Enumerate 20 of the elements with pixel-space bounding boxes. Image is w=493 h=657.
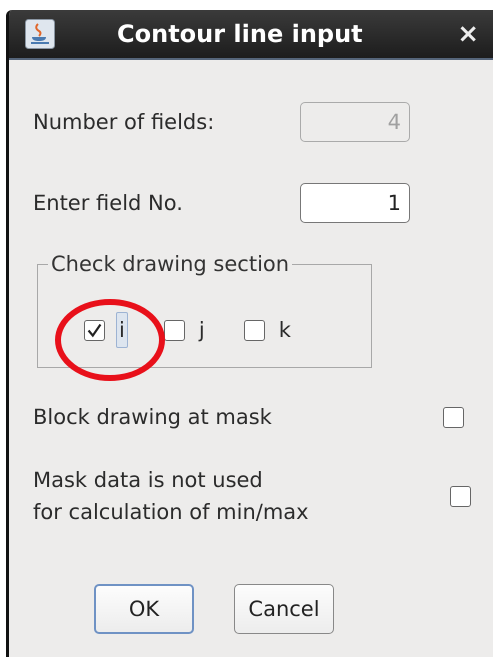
- checkbox-label: j: [198, 317, 206, 344]
- checkbox[interactable]: [450, 486, 471, 506]
- checkbox[interactable]: [164, 320, 185, 340]
- group-title: Check drawing section: [50, 252, 290, 276]
- checkbox-label: i: [116, 312, 128, 348]
- field-label: Enter field No.: [33, 191, 184, 215]
- checkbox[interactable]: [84, 320, 105, 340]
- window-title: Contour line input: [117, 20, 363, 48]
- checkbox[interactable]: [244, 320, 265, 340]
- input-field[interactable]: 1: [300, 183, 410, 223]
- checkbox-label: k: [278, 317, 292, 344]
- ok-button[interactable]: OK: [94, 584, 194, 634]
- checkmark-icon: [86, 322, 103, 338]
- checkbox[interactable]: [443, 406, 464, 428]
- coffee-cup-icon: [25, 19, 55, 49]
- field-label: Number of fields:: [33, 110, 216, 134]
- close-button[interactable]: ×: [453, 20, 483, 48]
- cancel-button[interactable]: Cancel: [234, 584, 334, 634]
- option-label: Block drawing at mask: [33, 404, 273, 431]
- option-label: Mask data is not used for calculation of min/max: [33, 467, 310, 526]
